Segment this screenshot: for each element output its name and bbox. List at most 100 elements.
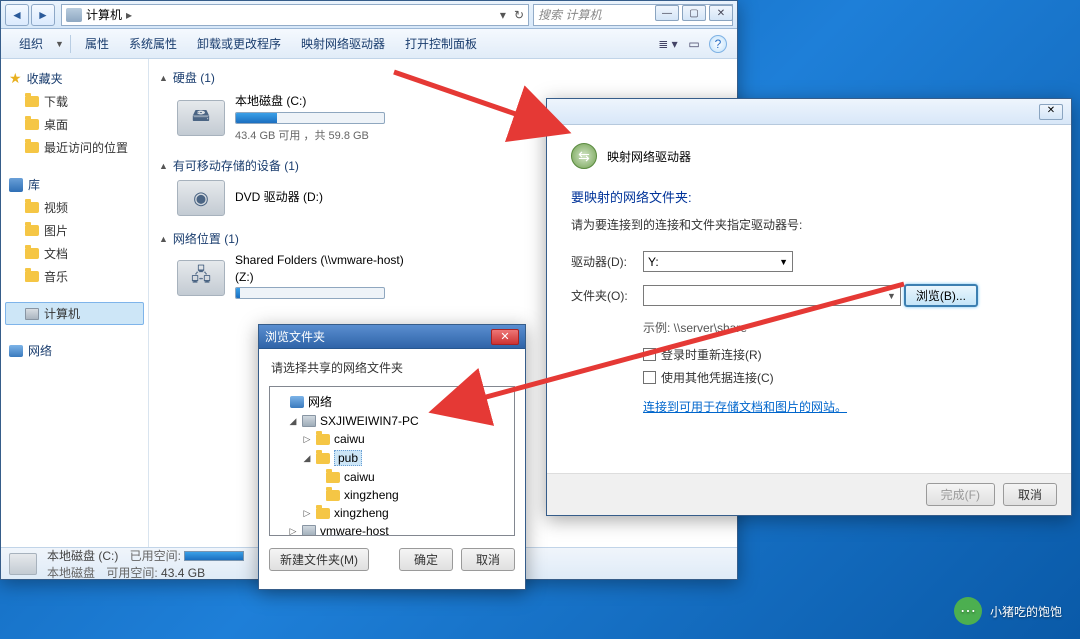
tree-pub[interactable]: ◢pub [276,448,508,468]
netdrive-icon: 🖧 [177,260,225,296]
section-hdd[interactable]: ▲硬盘 (1) [159,69,727,86]
address-bar[interactable]: 计算机 ▸ ▾ ↻ [61,4,529,26]
minimize-button[interactable]: — [655,5,679,21]
sidebar: ★收藏夹 下载 桌面 最近访问的位置 库 视频 图片 文档 音乐 计算机 网络 [1,59,149,547]
folder-icon [316,434,330,445]
star-icon: ★ [9,70,22,87]
watermark: ⋯ 小猪吃的饱饱 [954,597,1062,625]
dropdown-icon[interactable]: ▾ [500,8,506,22]
dvd-icon: ◉ [177,180,225,216]
back-button[interactable]: ◄ [5,4,29,26]
checkbox-icon: ✓ [643,348,656,361]
usage-bar [236,113,277,123]
tree-pc[interactable]: ◢SXJIWEIWIN7-PC [276,412,508,430]
refresh-icon[interactable]: ↻ [514,8,524,22]
usage-bar [236,288,240,298]
computer-icon [302,525,316,536]
drive-name: DVD 驱动器 (D:) [235,188,323,205]
status-used-bar [184,551,244,561]
cancel-button[interactable]: 取消 [461,548,515,571]
dialog-desc: 请为要连接到的连接和文件夹指定驱动器号: [571,216,1047,233]
folder-input[interactable] [643,285,901,306]
folder-icon [25,96,39,107]
dialog-titlebar: ✕ [547,99,1071,125]
folder-icon [25,119,39,130]
help-icon[interactable]: ? [709,35,727,53]
properties-button[interactable]: 属性 [77,31,117,56]
sidebar-network[interactable]: 网络 [5,339,144,362]
tree-vmware[interactable]: ▷vmware-host [276,522,508,536]
ok-button[interactable]: 确定 [399,548,453,571]
folder-icon [25,271,39,282]
tree-pub-xingzheng[interactable]: xingzheng [276,486,508,504]
sidebar-recent[interactable]: 最近访问的位置 [5,136,144,159]
folder-icon [25,142,39,153]
tree-caiwu[interactable]: ▷caiwu [276,430,508,448]
sidebar-downloads[interactable]: 下载 [5,90,144,113]
uninstall-button[interactable]: 卸载或更改程序 [189,31,289,56]
mapdrive-button[interactable]: 映射网络驱动器 [293,31,393,56]
drive-thumb-icon [9,553,37,575]
forward-button[interactable]: ► [31,4,55,26]
sidebar-music[interactable]: 音乐 [5,265,144,288]
sysprops-button[interactable]: 系统属性 [121,31,185,56]
tree-network[interactable]: 网络 [276,391,508,412]
tree-pub-caiwu[interactable]: caiwu [276,468,508,486]
folder-icon [25,225,39,236]
hdd-icon: 🖴 [177,100,225,136]
maximize-button[interactable]: ▢ [682,5,706,21]
library-icon [9,178,23,192]
reconnect-checkbox-row[interactable]: ✓ 登录时重新连接(R) [643,346,1047,363]
dialog-title: 映射网络驱动器 [607,148,691,165]
drive-name: 本地磁盘 (C:) [235,92,385,109]
sidebar-libraries[interactable]: 库 [5,173,144,196]
sidebar-videos[interactable]: 视频 [5,196,144,219]
othercred-label: 使用其他凭据连接(C) [661,369,774,386]
watermark-text: 小猪吃的饱饱 [990,603,1062,620]
folder-icon [316,453,330,464]
titlebar: ◄ ► 计算机 ▸ ▾ ↻ 搜索 计算机 — ▢ ✕ [1,1,737,29]
drive-name: Shared Folders (\\vmware-host) [235,253,404,267]
status-free-val: 43.4 GB [161,566,205,580]
drive-select[interactable]: Y:▼ [643,251,793,272]
breadcrumb[interactable]: 计算机 [86,6,122,23]
folder-icon [326,490,340,501]
search-placeholder: 搜索 计算机 [538,6,601,23]
close-button[interactable]: ✕ [1039,104,1063,120]
reconnect-label: 登录时重新连接(R) [661,346,762,363]
sidebar-computer[interactable]: 计算机 [5,302,144,325]
network-icon [9,345,23,357]
browse-folder-dialog: 浏览文件夹 ✕ 请选择共享的网络文件夹 网络 ◢SXJIWEIWIN7-PC ▷… [258,324,526,590]
folder-icon [316,508,330,519]
tree-xingzheng[interactable]: ▷xingzheng [276,504,508,522]
view-menu-icon[interactable]: ≣ ▾ [657,33,679,55]
close-button[interactable]: ✕ [491,329,519,345]
preview-pane-icon[interactable]: ▭ [683,33,705,55]
controlpanel-button[interactable]: 打开控制面板 [397,31,485,56]
toolbar: 组织▼ 属性 系统属性 卸载或更改程序 映射网络驱动器 打开控制面板 ≣ ▾ ▭… [1,29,737,59]
newfolder-button[interactable]: 新建文件夹(M) [269,548,369,571]
sidebar-documents[interactable]: 文档 [5,242,144,265]
folder-icon [25,202,39,213]
chevron-right-icon[interactable]: ▸ [126,8,132,22]
map-drive-dialog: ✕ ⇆ 映射网络驱动器 要映射的网络文件夹: 请为要连接到的连接和文件夹指定驱动… [546,98,1072,516]
cancel-button[interactable]: 取消 [1003,483,1057,506]
computer-icon [302,415,316,427]
finish-button[interactable]: 完成(F) [926,483,995,506]
dialog-sub: 请选择共享的网络文件夹 [259,349,525,382]
network-icon [290,396,304,408]
sidebar-desktop[interactable]: 桌面 [5,113,144,136]
folder-tree[interactable]: 网络 ◢SXJIWEIWIN7-PC ▷caiwu ◢pub caiwu xin… [269,386,515,536]
drive-label: 驱动器(D): [571,253,643,270]
drive-sub: (Z:) [235,270,404,284]
dialog-titlebar: 浏览文件夹 ✕ [259,325,525,349]
organize-menu[interactable]: 组织 [11,31,51,56]
status-sub: 本地磁盘 [47,566,95,580]
status-name: 本地磁盘 (C:) [47,549,118,563]
close-button[interactable]: ✕ [709,5,733,21]
sidebar-pictures[interactable]: 图片 [5,219,144,242]
othercred-checkbox-row[interactable]: 使用其他凭据连接(C) [643,369,1047,386]
storage-link[interactable]: 连接到可用于存储文档和图片的网站。 [643,398,847,415]
sidebar-favorites[interactable]: ★收藏夹 [5,67,144,90]
browse-button[interactable]: 浏览(B)... [904,284,978,307]
